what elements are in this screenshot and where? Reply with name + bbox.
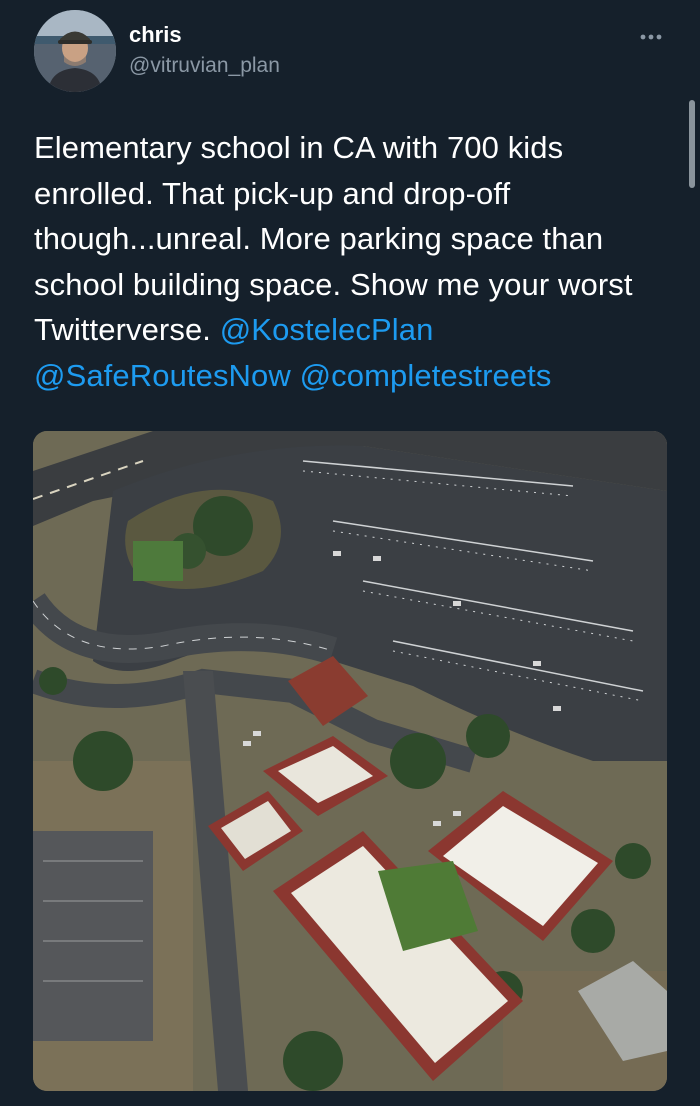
author-handle[interactable]: @vitruvian_plan [129, 54, 280, 78]
aerial-school-photo [33, 431, 667, 1091]
mention-link[interactable]: @KostelecPlan [220, 312, 434, 347]
more-options-button[interactable] [632, 22, 672, 52]
avatar[interactable] [34, 10, 116, 92]
tweet-text: Elementary school in CA with 700 kids en… [34, 125, 674, 398]
mention-link[interactable]: @completestreets [300, 358, 552, 393]
author-display-name[interactable]: chris [129, 22, 182, 48]
more-horizontal-icon [640, 34, 662, 40]
avatar-photo [34, 10, 116, 92]
scrollbar-thumb[interactable] [689, 100, 695, 188]
mention-link[interactable]: @SafeRoutesNow [34, 358, 291, 393]
tweet-media-image[interactable] [33, 431, 667, 1091]
